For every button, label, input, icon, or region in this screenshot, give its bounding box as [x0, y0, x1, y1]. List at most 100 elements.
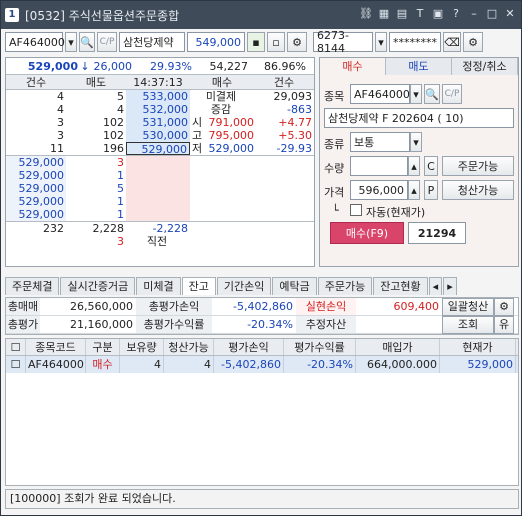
- code-dropdown[interactable]: ▾: [410, 84, 422, 104]
- liquidation-available-button[interactable]: 청산가능: [442, 180, 514, 200]
- submit-value: 21294: [408, 222, 466, 244]
- bid-price[interactable]: 529,000: [6, 182, 66, 195]
- ask-row[interactable]: 4 5 533,000 미결제 29,093: [6, 90, 314, 103]
- table-row[interactable]: ☐ AF464000 매수 4 4 -5,402,860 -20.34% 664…: [6, 356, 518, 373]
- ask-price-current[interactable]: 529,000: [126, 142, 190, 156]
- tab-balance-status[interactable]: 잔고현황: [373, 277, 428, 295]
- liquidate-all-button[interactable]: 일괄청산: [442, 298, 494, 316]
- type-button[interactable]: 유: [494, 316, 514, 334]
- header-bid-qty: 매수: [211, 76, 233, 89]
- order-price-input[interactable]: 596,000: [350, 180, 408, 200]
- tab-balance[interactable]: 잔고: [181, 277, 216, 295]
- cp-button[interactable]: C/P: [97, 32, 117, 52]
- bid-cell[interactable]: [126, 156, 190, 169]
- tab-realtime-margin[interactable]: 실시간증거금: [60, 277, 136, 295]
- calc-icon[interactable]: ▣: [431, 7, 445, 21]
- ask-price[interactable]: 532,000: [126, 103, 190, 116]
- gear-icon[interactable]: ⚙: [287, 32, 307, 52]
- text-icon[interactable]: T: [413, 7, 427, 21]
- summary-value: -5,402,860: [233, 300, 293, 313]
- bid-row[interactable]: 529,000 1: [6, 169, 314, 182]
- grid-icon[interactable]: ▦: [377, 7, 391, 21]
- volume-ratio: 86.96%: [264, 59, 306, 73]
- tabs-scroll-right[interactable]: ▸: [443, 277, 457, 295]
- ask-price[interactable]: 530,000: [126, 129, 190, 142]
- price-spinner[interactable]: ▴: [408, 180, 420, 200]
- qty-spinner[interactable]: ▴: [408, 156, 420, 176]
- total-diff: -2,228: [152, 222, 188, 235]
- order-code-input[interactable]: AF464000: [350, 84, 410, 104]
- account-dropdown[interactable]: ▾: [375, 32, 387, 52]
- save-icon[interactable]: ▪: [247, 32, 265, 52]
- tab-modify[interactable]: 정정/취소: [452, 58, 518, 75]
- tab-sell[interactable]: 매도: [386, 58, 452, 75]
- ask-count: 11: [50, 142, 64, 155]
- orderbook-totals: 232 2,228 -2,228: [6, 221, 314, 235]
- search-button[interactable]: 🔍: [79, 32, 95, 52]
- query-button[interactable]: 조회: [442, 316, 494, 334]
- total-ask-count: 232: [43, 222, 64, 235]
- tab-order-executed[interactable]: 주문체결: [5, 277, 60, 295]
- gear-icon[interactable]: ⚙: [494, 298, 514, 316]
- bid-price[interactable]: 529,000: [6, 208, 66, 221]
- top-price: 549,000: [187, 32, 245, 52]
- minimize-icon[interactable]: –: [467, 7, 481, 21]
- bid-cell[interactable]: [126, 169, 190, 182]
- ask-row[interactable]: 11 196 529,000 저 529,000 -29.93: [6, 142, 314, 156]
- tab-unexecuted[interactable]: 미체결: [136, 277, 181, 295]
- help-icon[interactable]: ?: [449, 7, 463, 21]
- bid-price[interactable]: 529,000: [6, 195, 66, 208]
- tab-period-pnl[interactable]: 기간손익: [216, 277, 272, 295]
- bid-row[interactable]: 529,000 5: [6, 182, 314, 195]
- bid-row[interactable]: 529,000 1: [6, 208, 314, 221]
- gear-icon[interactable]: ⚙: [463, 32, 483, 52]
- cp-button[interactable]: C/P: [442, 84, 462, 104]
- price-unit-button[interactable]: P: [424, 180, 438, 200]
- ask-row[interactable]: 3 102 530,000 고 795,000 +5.30: [6, 129, 314, 142]
- close-icon[interactable]: ✕: [503, 7, 517, 21]
- bid-cell[interactable]: [126, 182, 190, 195]
- ask-row[interactable]: 3 102 531,000 시 791,000 +4.77: [6, 116, 314, 129]
- order-window: 1 [0532] 주식선물옵션주문종합 ⛓ ▦ ▤ T ▣ ? – □ ✕ AF…: [0, 0, 522, 516]
- tabs-scroll-left[interactable]: ◂: [428, 277, 443, 295]
- bid-cell[interactable]: [126, 195, 190, 208]
- ask-row[interactable]: 4 4 532,000 증감 -863: [6, 103, 314, 116]
- window-title: [0532] 주식선물옵션주문종합: [25, 8, 180, 23]
- col-holding: 보유량: [120, 339, 164, 355]
- bid-price[interactable]: 529,000: [6, 169, 66, 182]
- bid-price[interactable]: 529,000: [6, 156, 66, 169]
- password-input[interactable]: ********: [389, 32, 441, 52]
- eraser-icon[interactable]: ⌫: [443, 32, 461, 52]
- tab-order-available[interactable]: 주문가능: [317, 277, 373, 295]
- table-icon[interactable]: ▤: [395, 7, 409, 21]
- search-button[interactable]: 🔍: [424, 84, 440, 104]
- maximize-icon[interactable]: □: [485, 7, 499, 21]
- type-dropdown[interactable]: ▾: [410, 132, 422, 152]
- total-empty: [254, 222, 314, 235]
- orderbook-summary: 529,000 ↓ 26,000 29.93% 54,227 86.96%: [6, 58, 314, 75]
- header-time: 14:37:13: [133, 76, 183, 89]
- bid-empty: [190, 156, 254, 169]
- window-icon[interactable]: ▫: [267, 32, 285, 52]
- ask-price[interactable]: 533,000: [126, 90, 190, 103]
- select-all-checkbox[interactable]: ☐: [6, 339, 26, 355]
- buy-submit-button[interactable]: 매수(F9): [330, 222, 404, 244]
- bid-cell[interactable]: [126, 208, 190, 221]
- order-type-select[interactable]: 보통: [350, 132, 410, 152]
- chain-icon[interactable]: ⛓: [359, 7, 373, 21]
- ask-price[interactable]: 531,000: [126, 116, 190, 129]
- bid-row[interactable]: 529,000 3: [6, 156, 314, 169]
- qty-unit-button[interactable]: C: [424, 156, 438, 176]
- auto-checkbox[interactable]: [350, 204, 362, 216]
- info-label: 증감: [210, 103, 232, 116]
- row-checkbox[interactable]: ☐: [6, 356, 26, 373]
- tab-buy[interactable]: 매수: [320, 58, 386, 75]
- code-dropdown[interactable]: ▾: [65, 32, 77, 52]
- account-input[interactable]: 6273-8144: [313, 29, 373, 55]
- bid-qty: 1: [117, 169, 124, 182]
- order-available-button[interactable]: 주문가능: [442, 156, 514, 176]
- order-qty-input[interactable]: [350, 156, 408, 176]
- tab-deposit[interactable]: 예탁금: [272, 277, 317, 295]
- code-input[interactable]: AF464000: [5, 32, 65, 52]
- bid-row[interactable]: 529,000 1: [6, 195, 314, 208]
